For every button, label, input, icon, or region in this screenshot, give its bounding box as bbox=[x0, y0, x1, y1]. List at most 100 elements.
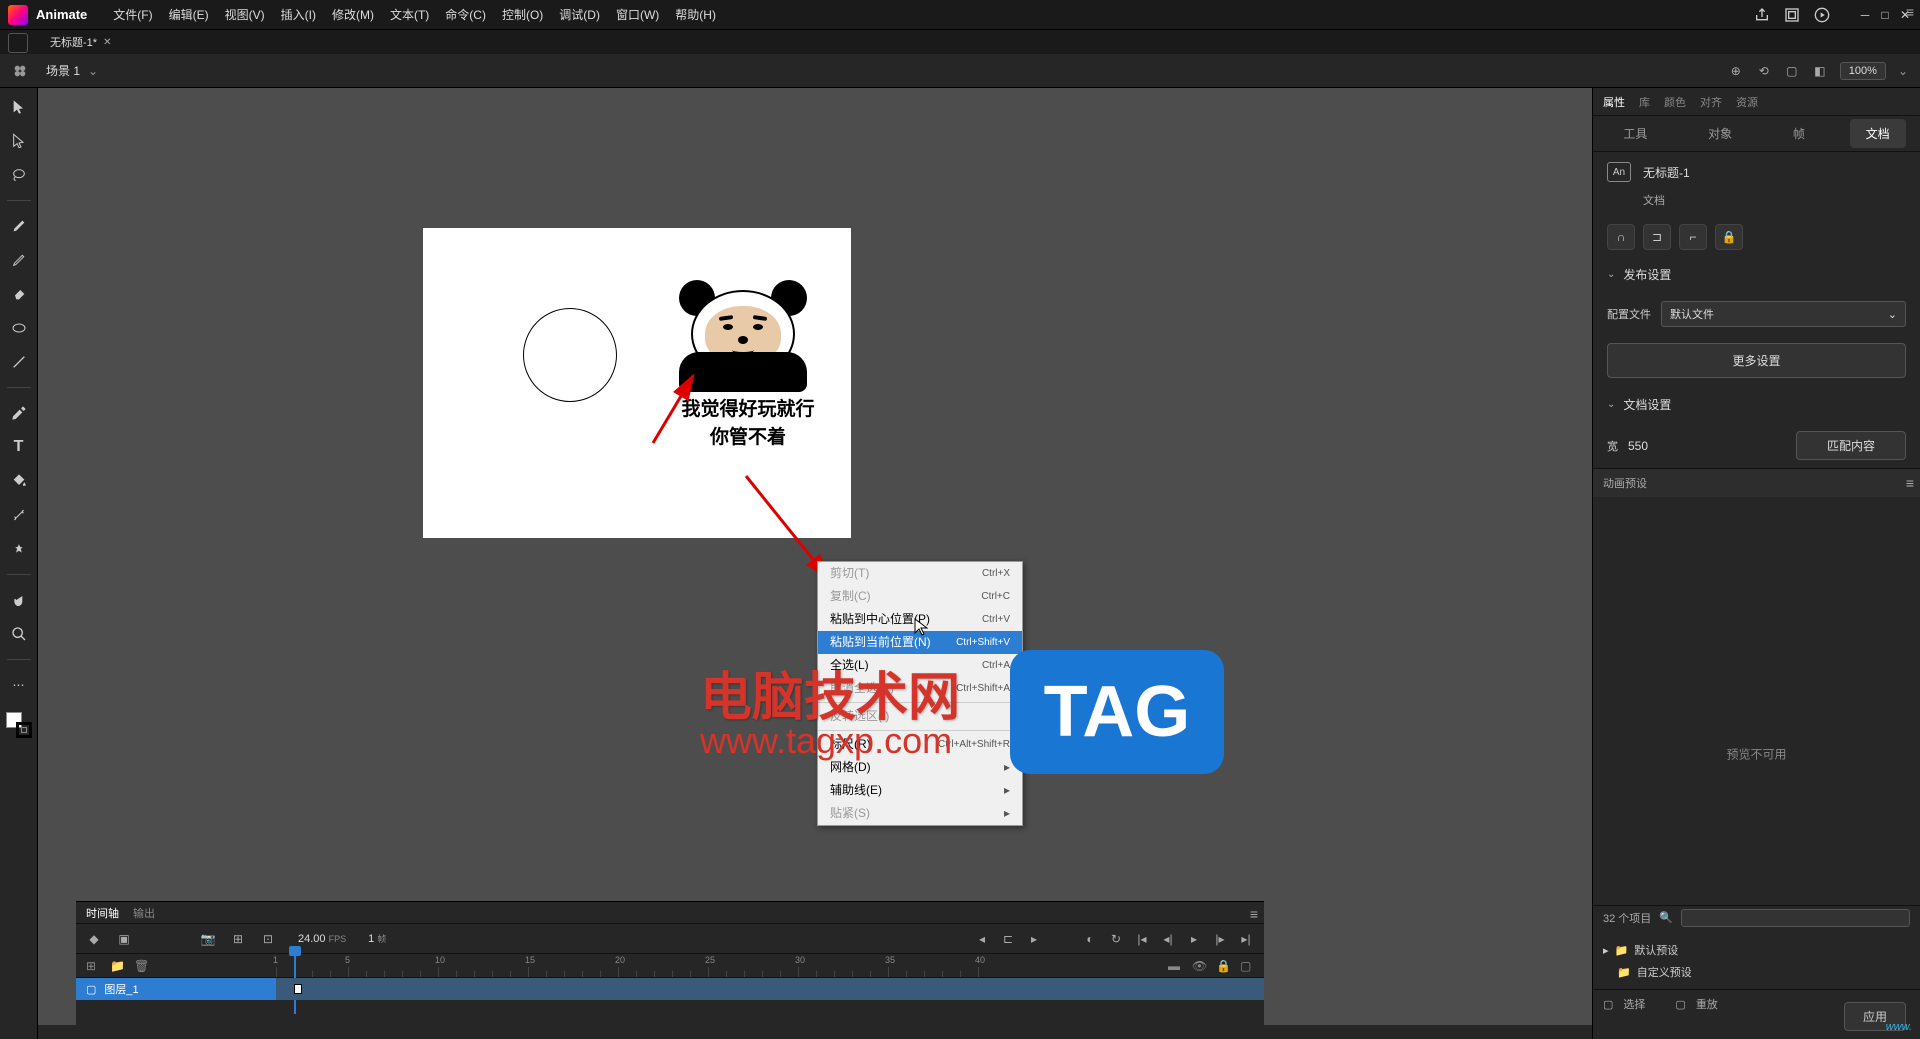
next-frame-icon[interactable]: |▸ bbox=[1212, 931, 1228, 947]
menu-edit[interactable]: 编辑(E) bbox=[161, 6, 217, 23]
ctx-copy[interactable]: 复制(C)Ctrl+C bbox=[818, 585, 1022, 608]
add-layer-icon[interactable]: ⊞ bbox=[86, 959, 100, 973]
tab-close-icon[interactable]: ✕ bbox=[103, 37, 111, 48]
center-stage-icon[interactable]: ⊕ bbox=[1728, 63, 1744, 79]
paint-bucket-tool-icon[interactable] bbox=[6, 468, 32, 494]
line-tool-icon[interactable] bbox=[6, 349, 32, 375]
text-tool-icon[interactable]: T bbox=[6, 434, 32, 460]
selection-tool-icon[interactable] bbox=[6, 94, 32, 120]
section-document[interactable]: ⌄文档设置 bbox=[1593, 386, 1920, 423]
menu-view[interactable]: 视图(V) bbox=[217, 6, 273, 23]
layer-name[interactable]: 图层_1 bbox=[104, 981, 138, 997]
eraser-tool-icon[interactable] bbox=[6, 281, 32, 307]
subtab-object[interactable]: 对象 bbox=[1692, 119, 1748, 148]
lasso-tool-icon[interactable] bbox=[6, 162, 32, 188]
pin-tool-icon[interactable] bbox=[6, 536, 32, 562]
maximize-icon[interactable]: □ bbox=[1878, 8, 1892, 22]
prev-frame-icon[interactable]: ◂| bbox=[1160, 931, 1176, 947]
search-icon[interactable]: 🔍 bbox=[1659, 911, 1673, 924]
mode-outline-icon[interactable]: ⌐ bbox=[1679, 224, 1707, 250]
zoom-dropdown-icon[interactable]: ⌄ bbox=[1898, 64, 1908, 78]
play-icon[interactable] bbox=[1814, 7, 1830, 23]
timeline-tab[interactable]: 时间轴 bbox=[86, 905, 119, 921]
layer-parent-icon[interactable]: ⊡ bbox=[260, 931, 276, 947]
menu-file[interactable]: 文件(F) bbox=[105, 6, 160, 23]
onion-outline-icon[interactable]: ◐ bbox=[1082, 931, 1098, 947]
ctx-guides[interactable]: 辅助线(E)▸ bbox=[818, 779, 1022, 802]
fit-icon[interactable]: ◧ bbox=[1812, 63, 1828, 79]
preset-search-input[interactable] bbox=[1681, 909, 1910, 927]
document-tab[interactable]: 无标题-1* ✕ bbox=[44, 31, 117, 53]
share-icon[interactable] bbox=[1754, 7, 1770, 23]
stage-caption[interactable]: 我觉得好玩就行 你管不着 bbox=[663, 396, 833, 452]
ctx-cut[interactable]: 剪切(T)Ctrl+X bbox=[818, 562, 1022, 585]
output-tab[interactable]: 输出 bbox=[133, 905, 155, 921]
panel-tab-align[interactable]: 对齐 bbox=[1700, 94, 1722, 110]
more-settings-button[interactable]: 更多设置 bbox=[1607, 343, 1906, 378]
add-folder-icon[interactable]: 📁 bbox=[110, 959, 124, 973]
scene-label[interactable]: 场景 1 bbox=[46, 62, 80, 79]
go-last-icon[interactable]: ▸| bbox=[1238, 931, 1254, 947]
rotate-icon[interactable]: ⟲ bbox=[1756, 63, 1772, 79]
pencil-tool-icon[interactable] bbox=[6, 247, 32, 273]
match-content-button[interactable]: 匹配内容 bbox=[1796, 431, 1906, 460]
section-publish[interactable]: ⌄发布设置 bbox=[1593, 256, 1920, 293]
step-back-icon[interactable]: ⊏ bbox=[1000, 931, 1016, 947]
keyframe-icon[interactable] bbox=[294, 984, 302, 994]
prev-kf-icon[interactable]: ◂ bbox=[974, 931, 990, 947]
panel-tab-library[interactable]: 库 bbox=[1639, 94, 1650, 110]
panel-menu-icon[interactable]: ≡ bbox=[1250, 906, 1258, 922]
menu-text[interactable]: 文本(T) bbox=[382, 6, 437, 23]
options-tool-icon[interactable]: ⋯ bbox=[6, 672, 32, 698]
onion-skin-icon[interactable]: ▣ bbox=[116, 931, 132, 947]
delete-layer-icon[interactable]: 🗑 bbox=[134, 959, 148, 973]
fill-stroke-icon[interactable] bbox=[6, 712, 32, 738]
subselection-tool-icon[interactable] bbox=[6, 128, 32, 154]
timeline-ruler[interactable]: 1510152025303540 bbox=[276, 954, 1264, 978]
menu-help[interactable]: 帮助(H) bbox=[667, 6, 724, 23]
subtab-document[interactable]: 文档 bbox=[1850, 119, 1906, 148]
panel-menu-icon[interactable]: ≡ bbox=[1906, 4, 1914, 20]
oval-tool-icon[interactable] bbox=[6, 315, 32, 341]
menu-command[interactable]: 命令(C) bbox=[437, 6, 494, 23]
panel-tab-color[interactable]: 颜色 bbox=[1664, 94, 1686, 110]
mode-basic-icon[interactable]: ∩ bbox=[1607, 224, 1635, 250]
preset-folder-custom[interactable]: 📁自定义预设 bbox=[1603, 961, 1910, 983]
mode-lock-icon[interactable]: 🔒 bbox=[1715, 224, 1743, 250]
clip-icon[interactable]: ▢ bbox=[1784, 63, 1800, 79]
ctx-snap[interactable]: 贴紧(S)▸ bbox=[818, 802, 1022, 825]
menu-insert[interactable]: 插入(I) bbox=[273, 6, 324, 23]
brush-tool-icon[interactable] bbox=[6, 213, 32, 239]
stage-circle-shape[interactable] bbox=[523, 308, 617, 402]
zoom-tool-icon[interactable] bbox=[6, 621, 32, 647]
panel-tab-assets[interactable]: 资源 bbox=[1736, 94, 1758, 110]
config-select[interactable]: 默认文件⌄ bbox=[1661, 301, 1906, 327]
subtab-frame[interactable]: 帧 bbox=[1777, 119, 1821, 148]
layer-row[interactable]: ▢ 图层_1 bbox=[76, 978, 1264, 1000]
eyedropper-tool-icon[interactable] bbox=[6, 400, 32, 426]
menu-modify[interactable]: 修改(M) bbox=[324, 6, 382, 23]
scene-icon[interactable] bbox=[12, 63, 28, 79]
menu-window[interactable]: 窗口(W) bbox=[608, 6, 667, 23]
mode-advanced-icon[interactable]: ⊐ bbox=[1643, 224, 1671, 250]
play-icon[interactable]: ▸ bbox=[1186, 931, 1202, 947]
camera-icon[interactable]: 📷 bbox=[200, 931, 216, 947]
loop-icon[interactable]: ↻ bbox=[1108, 931, 1124, 947]
workspace-icon[interactable] bbox=[1784, 7, 1800, 23]
zoom-input[interactable]: 100% bbox=[1840, 62, 1886, 80]
preset-folder-default[interactable]: ▸📁默认预设 bbox=[1603, 939, 1910, 961]
width-value[interactable]: 550 bbox=[1628, 439, 1648, 453]
go-first-icon[interactable]: |◂ bbox=[1134, 931, 1150, 947]
stage-panda-image[interactable] bbox=[673, 278, 813, 388]
panel-menu-icon[interactable]: ≡ bbox=[1906, 475, 1914, 491]
keyframe-icon[interactable]: ◆ bbox=[86, 931, 102, 947]
panel-tab-properties[interactable]: 属性 bbox=[1603, 94, 1625, 110]
step-fwd-icon[interactable]: ▸ bbox=[1026, 931, 1042, 947]
stage-canvas[interactable]: 我觉得好玩就行 你管不着 bbox=[423, 228, 851, 538]
subtab-tool[interactable]: 工具 bbox=[1607, 119, 1663, 148]
bone-tool-icon[interactable] bbox=[6, 502, 32, 528]
hand-tool-icon[interactable] bbox=[6, 587, 32, 613]
current-frame[interactable]: 1 帧 bbox=[368, 932, 386, 945]
menu-debug[interactable]: 调试(D) bbox=[551, 6, 608, 23]
layer-depth-icon[interactable]: ⊞ bbox=[230, 931, 246, 947]
